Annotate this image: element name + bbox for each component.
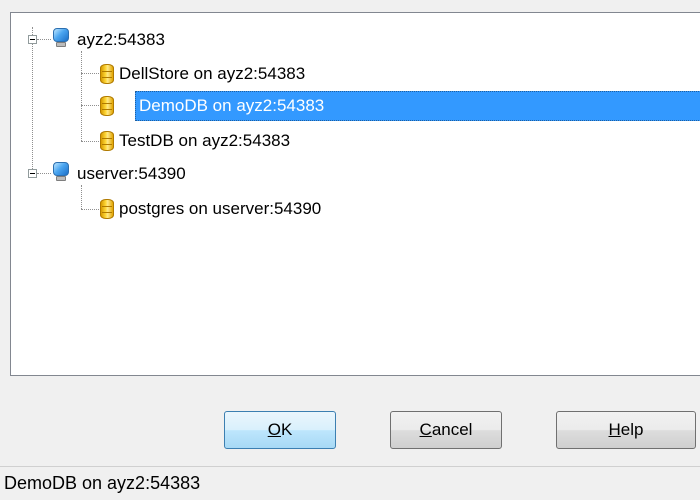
cancel-button-label: ancel xyxy=(431,420,473,439)
ok-button[interactable]: OK xyxy=(224,411,336,449)
tree-node-database[interactable]: TestDB on ayz2:54383 xyxy=(119,130,290,152)
tree-node-server[interactable]: userver:54390 xyxy=(77,163,186,185)
help-button-accel: H xyxy=(608,420,621,439)
status-text: DemoDB on ayz2:54383 xyxy=(4,473,201,493)
collapse-toggle-icon[interactable] xyxy=(28,169,37,178)
tree-node-database[interactable]: postgres on userver:54390 xyxy=(119,198,321,220)
server-icon xyxy=(52,28,70,48)
database-icon xyxy=(100,64,114,84)
collapse-toggle-icon[interactable] xyxy=(28,35,37,44)
database-icon xyxy=(100,131,114,151)
tree-connector xyxy=(81,185,82,209)
ok-button-label: K xyxy=(280,420,293,439)
ok-button-accel: O xyxy=(267,420,281,439)
connection-tree[interactable]: ayz2:54383 DellStore on ayz2:54383 DemoD… xyxy=(10,12,700,376)
help-button[interactable]: Help xyxy=(556,411,696,449)
tree-connector xyxy=(81,105,99,106)
database-icon xyxy=(100,96,114,116)
help-button-label: elp xyxy=(620,420,644,439)
tree-node-server[interactable]: ayz2:54383 xyxy=(77,29,165,51)
status-bar: DemoDB on ayz2:54383 xyxy=(0,466,700,500)
tree-connector xyxy=(32,27,33,173)
server-icon xyxy=(52,162,70,182)
tree-connector xyxy=(81,141,99,142)
cancel-button-accel: C xyxy=(419,420,432,439)
cancel-button[interactable]: Cancel xyxy=(390,411,502,449)
tree-connector xyxy=(37,173,51,174)
tree-node-database[interactable]: DellStore on ayz2:54383 xyxy=(119,63,305,85)
tree-connector xyxy=(81,73,99,74)
tree-connector xyxy=(81,209,99,210)
database-icon xyxy=(100,199,114,219)
tree-node-database-selected[interactable]: DemoDB on ayz2:54383 xyxy=(135,91,700,121)
tree-connector xyxy=(81,51,82,141)
tree-connector xyxy=(37,39,51,40)
